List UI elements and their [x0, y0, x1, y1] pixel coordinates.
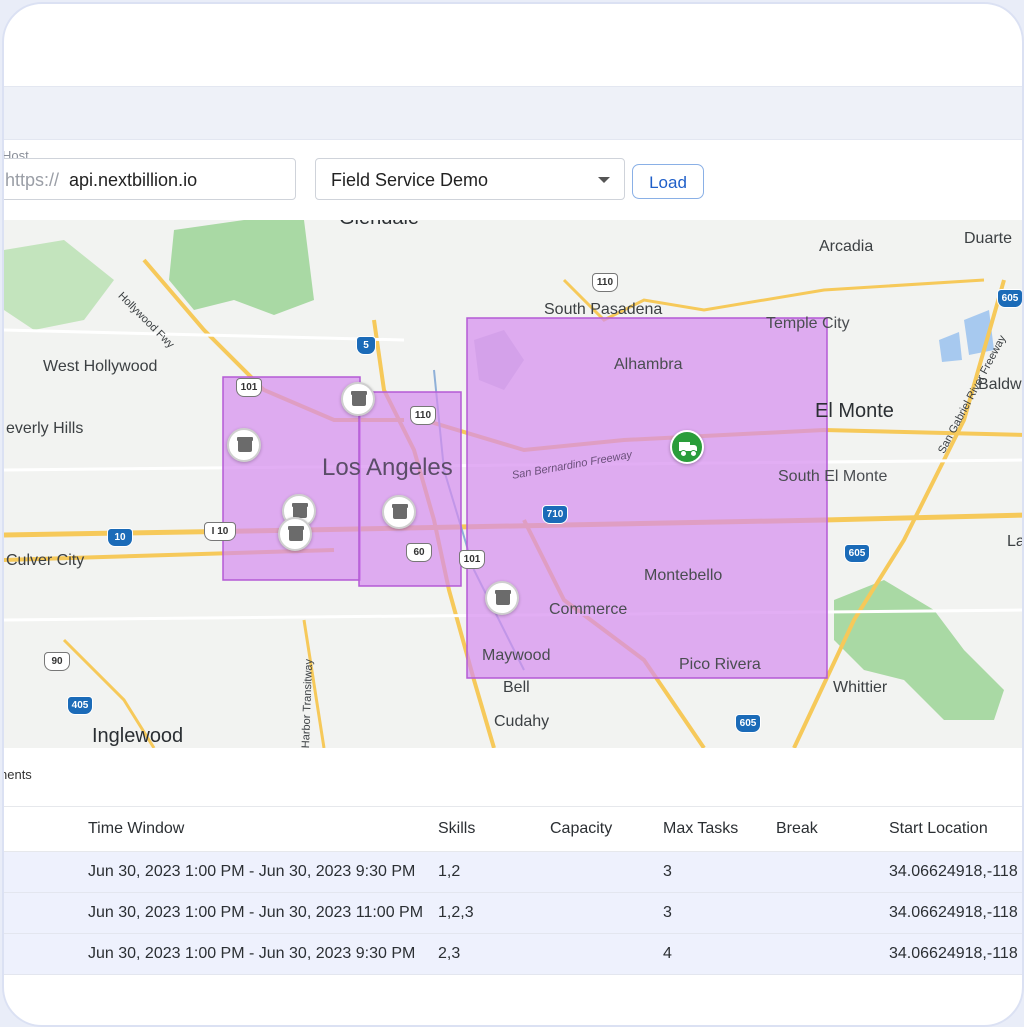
skills-cell: 1,2,3	[438, 904, 474, 921]
interstate-i10-shield: I 10	[204, 522, 236, 541]
map-label-commerce: Commerce	[549, 601, 628, 618]
column-header[interactable]: Break	[776, 807, 818, 851]
map-label-glendale: Glendale	[339, 220, 419, 230]
map-view[interactable]: Glendale Arcadia Duarte South Pasadena T…	[4, 220, 1024, 748]
task-marker[interactable]	[341, 382, 375, 416]
package-icon	[392, 504, 408, 519]
interstate-605-shield: 605	[997, 289, 1022, 308]
column-header[interactable]: Start Location	[889, 807, 988, 851]
max-tasks-cell: 3	[663, 863, 672, 880]
map-label-alhambra: Alhambra	[614, 356, 683, 373]
time-window-cell: Jun 30, 2023 1:00 PM - Jun 30, 2023 9:30…	[88, 863, 416, 880]
start-location-cell: 34.06624918,-118	[889, 945, 1018, 962]
column-header[interactable]: Max Tasks	[663, 807, 738, 851]
app-window: Host https:// api.nextbillion.io Field S…	[2, 2, 1024, 1027]
map-label-south-el-monte: South El Monte	[778, 468, 888, 485]
section-label: nents	[2, 767, 32, 782]
task-marker[interactable]	[278, 517, 312, 551]
table-row[interactable]: Jun 30, 2023 1:00 PM - Jun 30, 2023 9:30…	[4, 852, 1022, 893]
highway-60-shield: 60	[406, 543, 432, 562]
start-location-cell: 34.06624918,-118	[889, 904, 1018, 921]
park-area	[834, 580, 1004, 720]
highway-101-shield: 101	[459, 550, 485, 569]
map-label-arcadia: Arcadia	[819, 238, 874, 255]
map-label-los-angeles: Los Angeles	[322, 454, 453, 481]
dataset-select-value: Field Service Demo	[331, 170, 489, 190]
map-label-temple-city: Temple City	[766, 315, 850, 332]
start-location-cell: 34.06624918,-118	[889, 863, 1018, 880]
map-label-whittier: Whittier	[833, 679, 888, 696]
map-label-beverly-hills: everly Hills	[6, 420, 84, 437]
highway-110-shield: 110	[410, 406, 436, 425]
interstate-710-shield: 710	[542, 505, 568, 524]
interstate-5-shield: 5	[356, 336, 376, 355]
map-label-maywood: Maywood	[482, 647, 551, 664]
max-tasks-cell: 4	[663, 945, 672, 962]
host-prefix: https://	[5, 170, 60, 190]
task-marker[interactable]	[227, 428, 261, 462]
map-label-el-monte: El Monte	[815, 400, 894, 422]
map-label-la-edge: La	[1007, 533, 1024, 550]
package-icon	[237, 437, 253, 452]
map-label-montebello: Montebello	[644, 567, 723, 584]
skills-cell: 2,3	[438, 945, 461, 962]
map-label-bell: Bell	[503, 679, 530, 696]
interstate-605-shield: 605	[735, 714, 761, 733]
column-header[interactable]: Capacity	[550, 807, 612, 851]
table-header: Time Window Skills Capacity Max Tasks Br…	[4, 806, 1022, 852]
time-window-cell: Jun 30, 2023 1:00 PM - Jun 30, 2023 9:30…	[88, 945, 416, 962]
highway-101-shield: 101	[236, 378, 262, 397]
max-tasks-cell: 3	[663, 904, 672, 921]
header-bar	[4, 86, 1022, 140]
column-header[interactable]: Skills	[438, 807, 475, 851]
interstate-10-shield: 10	[107, 528, 133, 547]
package-icon	[351, 391, 367, 406]
skills-cell: 1,2	[438, 863, 461, 880]
map-label-culver-city: Culver City	[6, 552, 85, 569]
park-area	[4, 240, 114, 330]
task-marker[interactable]	[382, 495, 416, 529]
package-icon	[288, 526, 304, 541]
column-header[interactable]: Time Window	[88, 807, 184, 851]
map-label-cudahy: Cudahy	[494, 713, 550, 730]
vehicles-table: Time Window Skills Capacity Max Tasks Br…	[4, 806, 1022, 975]
map-label-pico-rivera: Pico Rivera	[679, 656, 761, 673]
table-row[interactable]: Jun 30, 2023 1:00 PM - Jun 30, 2023 9:30…	[4, 934, 1022, 975]
map-label-south-pasadena: South Pasadena	[544, 301, 663, 318]
map-label-inglewood: Inglewood	[92, 725, 184, 747]
dataset-select[interactable]: Field Service Demo	[315, 158, 625, 200]
map-label-duarte: Duarte	[964, 230, 1013, 247]
highway-110-shield: 110	[592, 273, 618, 292]
load-button[interactable]: Load	[632, 164, 704, 199]
time-window-cell: Jun 30, 2023 1:00 PM - Jun 30, 2023 11:0…	[88, 904, 424, 921]
interstate-405-shield: 405	[67, 696, 93, 715]
highway-90-shield: 90	[44, 652, 70, 671]
host-value: api.nextbillion.io	[69, 170, 198, 190]
chevron-down-icon	[598, 177, 610, 183]
host-input[interactable]: https:// api.nextbillion.io	[4, 158, 296, 200]
water-area	[939, 332, 962, 362]
table-row[interactable]: Jun 30, 2023 1:00 PM - Jun 30, 2023 11:0…	[4, 893, 1022, 934]
map-label-west-hollywood: West Hollywood	[43, 358, 158, 375]
task-marker[interactable]	[485, 581, 519, 615]
interstate-605-shield: 605	[844, 544, 870, 563]
package-icon	[495, 590, 511, 605]
vehicle-marker[interactable]	[670, 430, 704, 464]
park-area	[169, 220, 314, 315]
